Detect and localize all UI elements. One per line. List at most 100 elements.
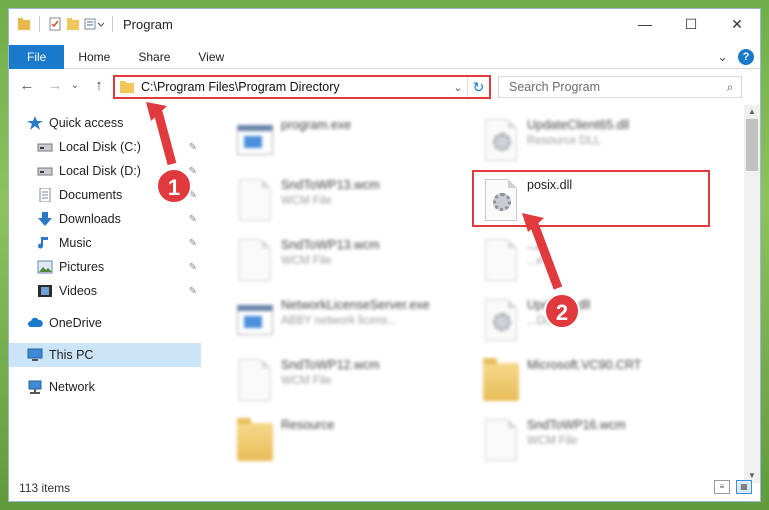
file-type: Resource DLL <box>527 135 601 147</box>
file-name: Microsoft.VC90.CRT <box>527 358 642 372</box>
tab-view[interactable]: View <box>184 45 238 69</box>
file-type: WCM File <box>281 375 332 387</box>
scrollbar-thumb[interactable] <box>746 119 758 171</box>
tab-share[interactable]: Share <box>124 45 184 69</box>
file-name: SndToWP12.wcm <box>281 358 380 372</box>
file-icon <box>479 237 519 283</box>
file-item-updateclient42[interactable]: Upd...42.dll...DLL <box>479 297 719 357</box>
file-item-networklicenseserver[interactable]: NetworkLicenseServer.exe ABBY network lic… <box>233 297 473 357</box>
pin-icon[interactable]: ✎ <box>189 238 197 249</box>
tab-file[interactable]: File <box>9 44 65 69</box>
chevron-down-icon[interactable]: ⌄ <box>449 81 467 94</box>
help-icon[interactable]: ? <box>738 49 754 65</box>
maximize-button[interactable]: ☐ <box>668 9 714 39</box>
sidebar-item-label: OneDrive <box>49 316 102 330</box>
file-item-sndtowp13[interactable]: SndToWP13.wcm WCM File <box>233 177 473 237</box>
pin-icon[interactable]: ✎ <box>189 262 197 273</box>
customize-toolbar-icon[interactable] <box>84 17 104 31</box>
refresh-icon[interactable]: ↻ <box>467 77 489 97</box>
dll-icon <box>479 117 519 163</box>
file-item-program-exe[interactable]: program.exe <box>233 117 473 177</box>
close-button[interactable]: ✕ <box>714 9 760 39</box>
file-list: program.exe UpdateClient65.dll Resource D… <box>209 105 737 475</box>
scroll-up-icon[interactable]: ▲ <box>744 105 760 119</box>
forward-button[interactable]: → <box>45 76 65 96</box>
up-button[interactable]: ↑ <box>89 76 109 96</box>
ribbon-tabs: File Home Share View ⌄ ? <box>9 44 760 69</box>
properties-icon[interactable] <box>48 17 62 31</box>
file-item-sndtowp16[interactable]: SndToWP16.wcm WCM File <box>479 417 719 475</box>
file-item-sndtowp12[interactable]: SndToWP12.wcm WCM File <box>233 357 473 417</box>
sidebar-item-label: Downloads <box>59 212 121 226</box>
status-bar: 113 items ≡ ▦ <box>9 475 760 501</box>
dll-icon <box>479 297 519 343</box>
item-count: 113 items <box>19 481 71 495</box>
file-icon <box>233 357 273 403</box>
music-icon <box>38 237 48 249</box>
window-controls: — ☐ ✕ <box>622 9 760 39</box>
details-view-icon[interactable]: ≡ <box>714 480 730 494</box>
posix-highlight-box <box>472 170 710 227</box>
cloud-icon <box>28 317 43 327</box>
address-bar[interactable]: C:\Program Files\Program Directory ⌄ ↻ <box>113 75 491 99</box>
exe-icon <box>233 117 273 163</box>
quick-access-toolbar <box>9 16 117 32</box>
step-2-badge: 2 <box>544 293 580 329</box>
large-icons-view-icon[interactable]: ▦ <box>736 480 752 494</box>
back-button[interactable]: ← <box>17 76 37 96</box>
file-icon <box>233 237 273 283</box>
sidebar-item-onedrive[interactable]: OneDrive <box>9 311 201 335</box>
sidebar-item-label: Quick access <box>49 116 124 130</box>
navigation-pane: Quick access Local Disk (C:) ✎ Local Dis… <box>9 109 201 477</box>
file-name: SndToWP16.wcm <box>527 418 626 432</box>
folder-icon <box>479 357 519 403</box>
sidebar-item-quick-access[interactable]: Quick access <box>9 111 201 135</box>
pin-icon[interactable]: ✎ <box>189 214 197 225</box>
expand-ribbon-icon[interactable]: ⌄ <box>717 49 728 65</box>
star-icon <box>27 116 43 130</box>
step-1-badge: 1 <box>156 168 192 204</box>
search-box[interactable]: Search Program ⌕ <box>498 76 742 98</box>
pin-icon[interactable]: ✎ <box>189 142 197 153</box>
pin-icon[interactable]: ✎ <box>189 166 197 177</box>
folder-item-microsoft-vc90[interactable]: Microsoft.VC90.CRT <box>479 357 719 417</box>
file-item-sndtowp13-copy[interactable]: SndToWP13.wcm WCM File <box>233 237 473 297</box>
file-name: UpdateClient65.dll <box>527 118 630 132</box>
sidebar-item-this-pc[interactable]: This PC <box>9 343 201 367</box>
toolbar-divider <box>39 16 40 32</box>
search-input[interactable]: Search Program <box>509 80 719 94</box>
vertical-scrollbar[interactable]: ▲ ▼ <box>744 105 760 483</box>
sidebar-item-downloads[interactable]: Downloads ✎ <box>9 207 201 231</box>
file-type: ABBY network licens... <box>281 315 398 327</box>
address-path[interactable]: C:\Program Files\Program Directory <box>141 80 449 94</box>
window-title: Program <box>123 16 173 32</box>
search-icon[interactable]: ⌕ <box>719 80 741 95</box>
file-type: ...e <box>527 255 543 267</box>
tab-home[interactable]: Home <box>64 45 124 69</box>
folder-item-resource[interactable]: Resource <box>233 417 473 475</box>
file-item-obscured[interactable]: ...A ...e <box>479 237 719 297</box>
exe-icon <box>233 297 273 343</box>
sidebar-item-label: Documents <box>59 188 123 202</box>
recent-locations-button[interactable]: ⌄ <box>65 76 85 96</box>
folder-icon <box>233 417 273 463</box>
file-icon <box>233 177 273 223</box>
file-name: SndToWP13.wcm <box>281 178 380 192</box>
pin-icon[interactable]: ✎ <box>189 286 197 297</box>
file-type: WCM File <box>281 195 332 207</box>
file-type: WCM File <box>527 435 578 447</box>
sidebar-item-music[interactable]: Music ✎ <box>9 231 201 255</box>
sidebar-item-network[interactable]: Network <box>9 375 201 399</box>
sidebar-item-videos[interactable]: Videos ✎ <box>9 279 201 303</box>
drive-icon <box>37 167 53 176</box>
new-folder-icon[interactable] <box>66 17 80 31</box>
file-item-updateclient65[interactable]: UpdateClient65.dll Resource DLL <box>479 117 719 177</box>
minimize-button[interactable]: — <box>622 9 668 39</box>
sidebar-item-local-disk-c[interactable]: Local Disk (C:) ✎ <box>9 135 201 159</box>
folder-icon <box>18 18 30 30</box>
computer-icon <box>27 348 43 361</box>
network-icon <box>28 380 42 394</box>
sidebar-item-pictures[interactable]: Pictures ✎ <box>9 255 201 279</box>
sidebar-item-label: Local Disk (D:) <box>59 164 141 178</box>
file-icon <box>479 417 519 463</box>
